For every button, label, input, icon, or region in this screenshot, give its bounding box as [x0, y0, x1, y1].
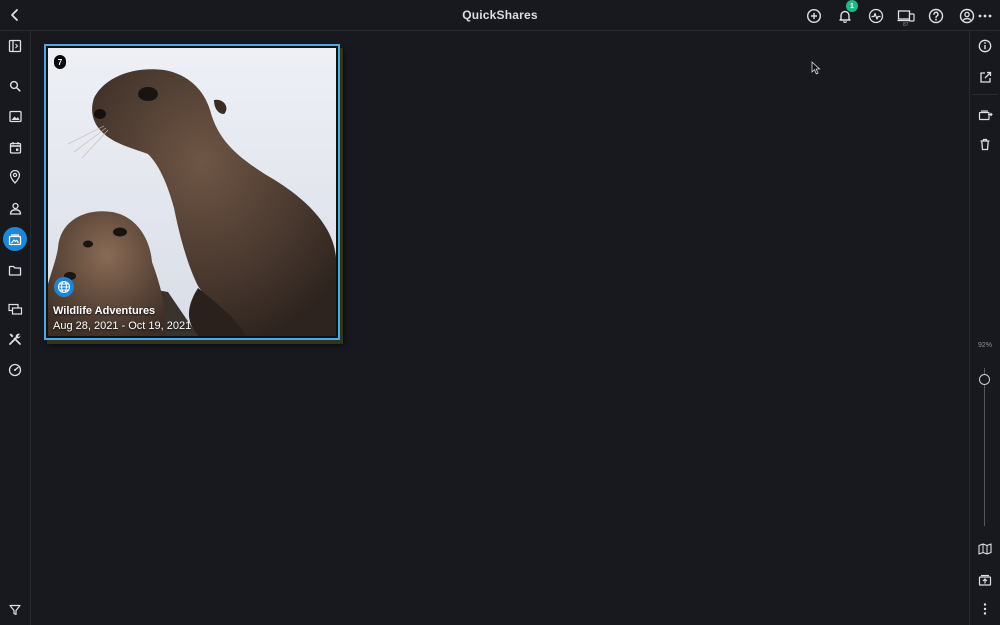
- add-button[interactable]: [804, 6, 824, 26]
- sync-count: 87: [903, 22, 909, 28]
- devices-button[interactable]: 87: [896, 6, 916, 28]
- zoom-level-label: 92%: [977, 342, 992, 349]
- move-to-button[interactable]: [974, 103, 996, 125]
- notification-count-badge: 1: [846, 0, 858, 12]
- more-options-button[interactable]: [974, 598, 996, 620]
- nav-photos[interactable]: [3, 104, 27, 128]
- filter-button[interactable]: [3, 598, 27, 622]
- location-icon: [9, 170, 21, 184]
- map-button[interactable]: [974, 538, 996, 560]
- nav-tools[interactable]: [3, 327, 27, 351]
- filter-icon: [9, 604, 21, 616]
- app: QuickShares 1 87 7 Wildlife Adventures A…: [0, 0, 1000, 625]
- nav-people[interactable]: [3, 196, 27, 220]
- tools-icon: [9, 333, 21, 345]
- calendar-icon: [9, 141, 21, 154]
- slideshow-icon: [7, 303, 22, 315]
- top-bar: QuickShares 1 87: [0, 0, 1000, 31]
- nav-places[interactable]: [3, 165, 27, 189]
- add-icon: [806, 8, 822, 24]
- nav-calendar[interactable]: [3, 135, 27, 159]
- album-dates: Aug 28, 2021 - Oct 19, 2021: [53, 320, 192, 332]
- zoom-slider-track[interactable]: [984, 368, 985, 526]
- zoom-slider-thumb[interactable]: [979, 373, 990, 385]
- trash-icon: [980, 138, 990, 150]
- search-icon: [9, 80, 21, 92]
- open-external-icon: [979, 71, 991, 83]
- help-icon: [928, 8, 944, 24]
- photo-count-badge: 7: [54, 55, 66, 69]
- image-icon: [8, 110, 22, 122]
- album-title: Wildlife Adventures: [53, 305, 156, 317]
- upload-button[interactable]: [974, 568, 996, 590]
- account-icon: [959, 8, 975, 24]
- toggle-sidebar-button[interactable]: [3, 34, 27, 58]
- nav-search[interactable]: [3, 74, 27, 98]
- right-sidebar: 92%: [969, 31, 1000, 625]
- album-card[interactable]: 7 Wildlife Adventures Aug 28, 2021 - Oct…: [44, 44, 340, 340]
- activity-icon: [868, 8, 884, 24]
- back-icon: [11, 9, 18, 21]
- album-cover-photo: [48, 48, 336, 336]
- toggle-sidebar-icon: [8, 39, 22, 53]
- more-button[interactable]: [975, 6, 995, 26]
- nav-folders[interactable]: [3, 258, 27, 282]
- nav-quickshares[interactable]: [3, 227, 27, 251]
- help-button[interactable]: [926, 6, 946, 26]
- move-to-icon: [978, 109, 993, 120]
- main-content: 7 Wildlife Adventures Aug 28, 2021 - Oct…: [31, 31, 969, 625]
- more-vertical-icon: [983, 603, 987, 615]
- dashboard-icon: [8, 363, 22, 377]
- left-sidebar: [0, 31, 31, 625]
- share-album-icon: [8, 234, 22, 246]
- info-icon: [978, 39, 992, 53]
- open-external-button[interactable]: [974, 66, 996, 88]
- back-button[interactable]: [5, 5, 25, 25]
- globe-icon: [57, 280, 71, 294]
- shared-badge: [54, 277, 74, 297]
- info-button[interactable]: [974, 35, 996, 57]
- delete-button[interactable]: [974, 133, 996, 155]
- notifications-button[interactable]: 1: [835, 0, 858, 26]
- nav-dashboard[interactable]: [3, 358, 27, 382]
- person-icon: [9, 202, 21, 215]
- map-icon: [978, 543, 992, 555]
- upload-icon: [978, 574, 992, 586]
- top-actions: 1 87: [804, 0, 995, 28]
- more-icon: [978, 14, 992, 18]
- mouse-cursor-icon: [811, 61, 821, 75]
- right-sidebar-divider: [972, 94, 998, 95]
- folder-icon: [8, 265, 22, 276]
- activity-button[interactable]: [866, 6, 886, 26]
- nav-slideshow[interactable]: [3, 297, 27, 321]
- account-button[interactable]: [957, 6, 977, 26]
